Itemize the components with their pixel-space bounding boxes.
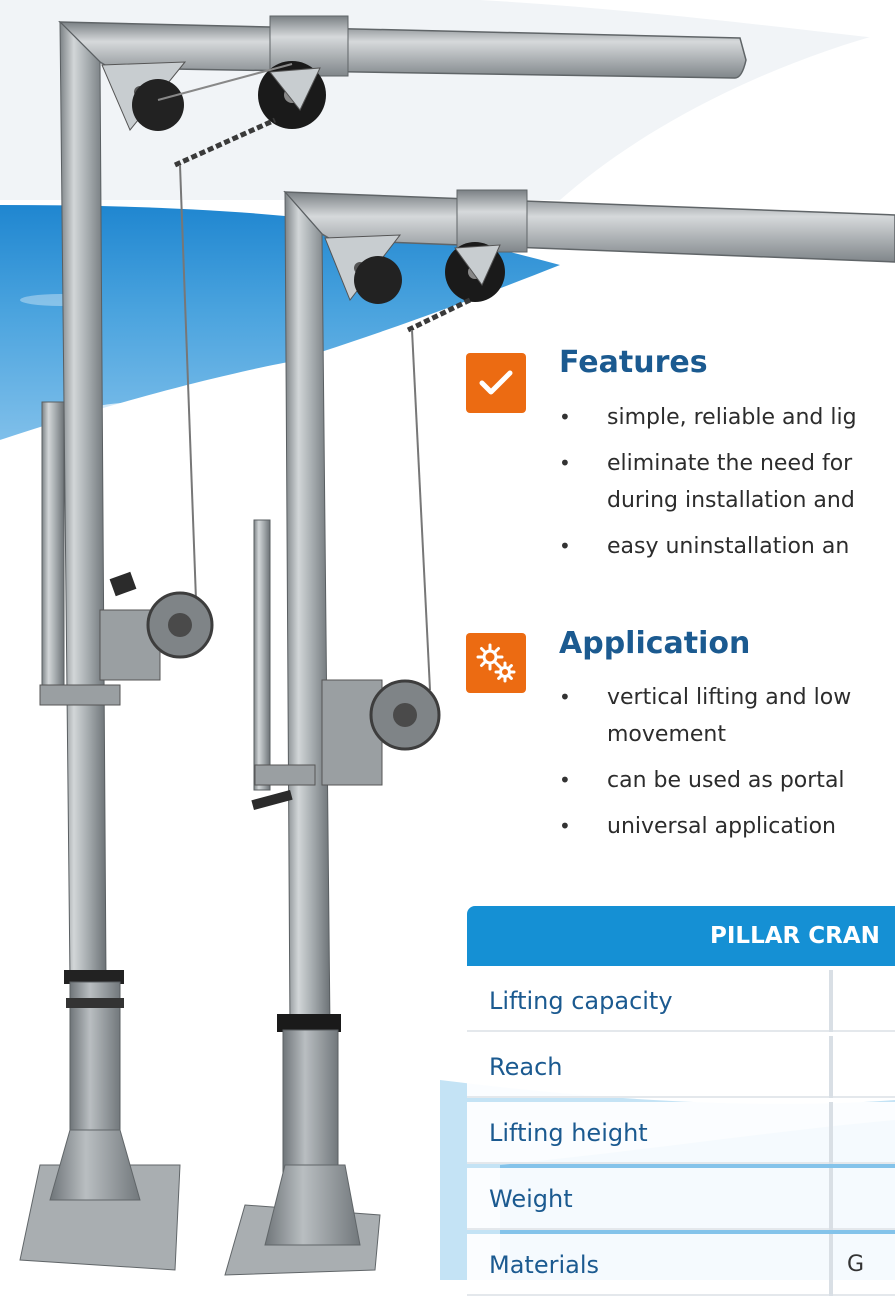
features-item-1: simple, reliable and lig <box>607 405 857 430</box>
features-list: simple, reliable and lig eliminate the n… <box>559 399 889 574</box>
features-item-2: eliminate the need for <box>607 451 853 476</box>
specs-table: PILLAR CRAN Lifting capacity Reach Lifti… <box>467 906 895 1296</box>
table-row: Weight <box>467 1168 895 1230</box>
spec-value-lifting-capacity <box>833 970 895 1032</box>
features-item-2-cont: during installation and <box>607 488 855 513</box>
application-list: vertical lifting and low movement can be… <box>559 679 889 854</box>
application-item-1: vertical lifting and low <box>607 685 852 710</box>
spec-label-lifting-capacity: Lifting capacity <box>467 970 829 1032</box>
specs-table-header: PILLAR CRAN <box>467 906 895 966</box>
list-item: eliminate the need for during installati… <box>559 445 889 519</box>
table-row: Lifting capacity <box>467 970 895 1032</box>
application-item-3: universal application <box>607 814 837 839</box>
table-row: Materials G <box>467 1234 895 1296</box>
features-item-3: easy uninstallation an <box>607 534 850 559</box>
features-title: Features <box>559 345 708 380</box>
table-row: Reach <box>467 1036 895 1098</box>
list-item: easy uninstallation an <box>559 528 889 565</box>
list-item: vertical lifting and low movement <box>559 679 889 753</box>
application-item-2: can be used as portal <box>607 768 845 793</box>
spec-value-materials: G <box>833 1234 895 1296</box>
spec-label-weight: Weight <box>467 1168 829 1230</box>
application-section-icon <box>466 633 526 693</box>
list-item: universal application <box>559 808 889 845</box>
spec-value-weight <box>833 1168 895 1230</box>
features-section-icon <box>466 353 526 413</box>
spec-label-materials: Materials <box>467 1234 829 1296</box>
table-row: Lifting height <box>467 1102 895 1164</box>
spec-value-lifting-height <box>833 1102 895 1164</box>
list-item: can be used as portal <box>559 762 889 799</box>
application-title: Application <box>559 626 751 661</box>
gears-icon <box>476 643 516 683</box>
application-item-1-cont: movement <box>607 722 726 747</box>
spec-label-lifting-height: Lifting height <box>467 1102 829 1164</box>
checkmark-icon <box>479 370 513 395</box>
list-item: simple, reliable and lig <box>559 399 889 436</box>
spec-label-reach: Reach <box>467 1036 829 1098</box>
spec-value-reach <box>833 1036 895 1098</box>
